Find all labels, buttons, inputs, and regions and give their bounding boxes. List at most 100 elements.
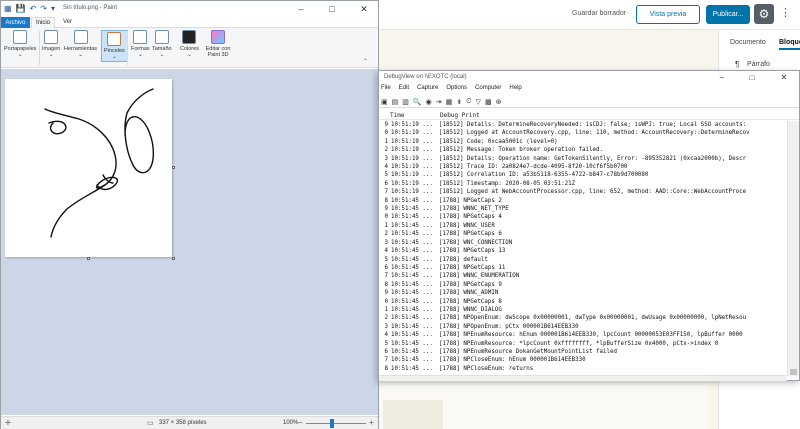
log-row[interactable]: 0 10:51:19 ... [18512] Logged at AccountRe… (379, 129, 787, 137)
log-row[interactable]: 3 10:51:45 ... [1788] NPOpenEnum: pCtx 000… (379, 323, 787, 331)
close-icon[interactable]: ✕ (353, 2, 375, 16)
menu-edit[interactable]: Edit (399, 85, 409, 95)
clear-icon[interactable]: ▥ (402, 98, 409, 106)
capture-kernel-icon[interactable]: ▦ (446, 98, 453, 106)
editor-block-image[interactable] (383, 400, 443, 429)
tab-view[interactable]: Ver (63, 19, 72, 25)
maximize-icon[interactable]: □ (321, 2, 343, 16)
debugview-title-bar[interactable]: DebugView on \\EXOTC (local) – □ ✕ (379, 71, 799, 84)
close-icon[interactable]: ✕ (773, 71, 795, 84)
publish-button[interactable]: Publicar... (706, 5, 750, 24)
save-draft-link[interactable]: Guardar borrador (572, 10, 626, 17)
log-row-message: [1788] WNNC_ADMIN (439, 290, 499, 297)
maximize-icon[interactable]: □ (741, 71, 763, 84)
zoom-out-icon[interactable]: − (298, 418, 303, 427)
clipboard-group[interactable]: Portapapeles ⌄ (4, 30, 36, 58)
column-debug-print[interactable]: Debug Print (440, 112, 480, 119)
log-row[interactable]: 8 10:51:45 ... [1788] NPGetCaps 9 (379, 281, 787, 289)
log-row[interactable]: 5 10:51:19 ... [18512] Correlation ID: a53… (379, 171, 787, 179)
find-icon[interactable]: 🔍 (413, 98, 422, 106)
edit-paint3d-button[interactable]: Editar con Paint 3D (203, 30, 233, 58)
customize-chevron-icon[interactable]: ▾ (51, 4, 55, 13)
log-row-message: [18512] Logged at WebAccountProcessor.cp… (439, 189, 747, 196)
shapes-group[interactable]: Formas ⌄ (131, 30, 150, 58)
scrollbar-thumb[interactable] (790, 369, 797, 375)
save-icon[interactable]: ▤ (392, 98, 399, 106)
log-row[interactable]: 0 10:51:45 ... [1788] NPGetCaps 4 (379, 213, 787, 221)
chevron-down-icon: ⌄ (48, 52, 54, 59)
log-row[interactable]: 7 10:51:45 ... [1788] WNNC_ENUMERATION (379, 272, 787, 280)
log-row[interactable]: 2 10:51:19 ... [18512] Message: Token brok… (379, 146, 787, 154)
paint-canvas[interactable] (5, 79, 172, 257)
capture-win32-icon[interactable]: ⇥ (436, 98, 442, 106)
canvas-resize-handle[interactable] (87, 257, 90, 260)
menu-file[interactable]: File (381, 85, 391, 95)
preview-button[interactable]: Vista previa (636, 5, 700, 24)
tab-file[interactable]: Archivo (1, 17, 30, 28)
column-time[interactable]: Time (390, 112, 404, 119)
settings-gear-icon[interactable]: ⚙ (754, 4, 774, 24)
undo-icon[interactable]: ↶ (30, 4, 37, 13)
binoculars-icon[interactable]: ⊛ (496, 98, 502, 106)
tab-block[interactable]: Bloque (779, 39, 800, 50)
log-row[interactable]: 9 10:51:45 ... [1788] WNNC_NET_TYPE (379, 205, 787, 213)
log-row-message: [18512] Details: Operation name: GetToke… (439, 155, 747, 162)
log-row[interactable]: 7 10:51:19 ... [18512] Logged at WebAccoun… (379, 188, 787, 196)
debug-log-list[interactable]: 9 10:51:19 ... [18512] Details: DetermineR… (379, 121, 787, 376)
more-options-icon[interactable]: ⋮ (780, 6, 791, 19)
shapes-icon (133, 30, 148, 44)
canvas-resize-handle[interactable] (172, 166, 175, 169)
log-row[interactable]: 1 10:51:45 ... [1788] WNNC_USER (379, 222, 787, 230)
log-row[interactable]: 7 10:51:45 ... [1788] NPCloseEnum: hEnum 0… (379, 356, 787, 364)
log-row[interactable]: 5 10:51:45 ... [1788] default (379, 256, 787, 264)
image-group[interactable]: Imagen ⌄ (42, 30, 60, 58)
log-row[interactable]: 5 10:51:45 ... [1788] NPEnumResource: *lpc… (379, 340, 787, 348)
open-icon[interactable]: ▣ (381, 98, 388, 106)
colors-group[interactable]: Colores ⌄ (180, 30, 199, 58)
log-row[interactable]: 9 10:51:45 ... [1788] WNNC_ADMIN (379, 289, 787, 297)
log-row[interactable]: 6 10:51:45 ... [1788] NPGetCaps 11 (379, 264, 787, 272)
tab-home[interactable]: Inicio (31, 17, 55, 28)
capture-icon[interactable]: ◉ (426, 98, 432, 106)
save-icon[interactable]: 💾 (16, 4, 26, 13)
tab-document[interactable]: Documento (730, 39, 766, 46)
menu-computer[interactable]: Computer (475, 85, 501, 95)
zoom-slider[interactable] (306, 423, 366, 424)
collapse-ribbon-icon[interactable]: ⌃ (363, 58, 368, 65)
log-row[interactable]: 2 10:51:45 ... [1788] NPGetCaps 6 (379, 230, 787, 238)
log-row[interactable]: 8 10:51:45 ... [1788] NPCloseEnum: returns (379, 365, 787, 373)
size-button[interactable]: Tamaño ⌄ (152, 30, 172, 58)
paint-title-bar[interactable]: ▦ 💾 ↶ ↷ ▾ Sin título.png - Paint – □ ✕ (1, 1, 378, 17)
menu-options[interactable]: Options (446, 85, 467, 95)
minimize-icon[interactable]: – (711, 71, 733, 84)
clock-time-icon[interactable]: ⏲ (466, 98, 471, 106)
log-row[interactable]: 1 10:51:45 ... [1788] WNNC_DIALOG (379, 306, 787, 314)
canvas-resize-handle[interactable] (172, 257, 175, 260)
log-row[interactable]: 3 10:51:45 ... [1788] WNC_CONNECTION (379, 239, 787, 247)
log-row[interactable]: 8 10:51:45 ... [1788] NPGetCaps 2 (379, 197, 787, 205)
highlight-icon[interactable]: ▩ (485, 98, 492, 106)
log-row[interactable]: 4 10:51:45 ... [1788] NPGetCaps 13 (379, 247, 787, 255)
log-row[interactable]: 9 10:51:19 ... [18512] Details: DetermineR… (379, 121, 787, 129)
vertical-scrollbar[interactable] (787, 121, 799, 376)
autoscroll-icon[interactable]: ⇟ (456, 98, 462, 106)
log-row[interactable]: 4 10:51:45 ... [1788] NPEnumResource: hEnu… (379, 331, 787, 339)
minimize-icon[interactable]: – (290, 2, 312, 16)
log-row[interactable]: 3 10:51:19 ... [18512] Details: Operation … (379, 155, 787, 163)
log-row-number: 8 (384, 365, 389, 372)
log-row[interactable]: 2 10:51:45 ... [1788] NPOpenEnum: dwScope … (379, 314, 787, 322)
horizontal-scrollbar[interactable] (379, 375, 787, 381)
log-row[interactable]: 0 10:51:45 ... [1788] NPGetCaps 8 (379, 298, 787, 306)
log-row[interactable]: 4 10:51:19 ... [18512] Trace ID: 2a0824e7-… (379, 163, 787, 171)
redo-icon[interactable]: ↷ (40, 4, 47, 13)
menu-capture[interactable]: Capture (417, 85, 438, 95)
log-row[interactable]: 6 10:51:45 ... [1788] NPEnumResource Dokan… (379, 348, 787, 356)
zoom-slider-thumb[interactable] (330, 419, 334, 428)
log-row[interactable]: 6 10:51:19 ... [18512] Timestamp: 2020-08-… (379, 180, 787, 188)
log-row[interactable]: 1 10:51:19 ... [18512] Code: 0xcaa5001c (l… (379, 138, 787, 146)
menu-help[interactable]: Help (509, 85, 521, 95)
zoom-in-icon[interactable]: + (369, 418, 374, 427)
filter-icon[interactable]: ▽ (476, 98, 481, 106)
brushes-button[interactable]: Pinceles ⌄ (101, 30, 128, 63)
tools-group[interactable]: Herramientas ⌄ (64, 30, 97, 58)
